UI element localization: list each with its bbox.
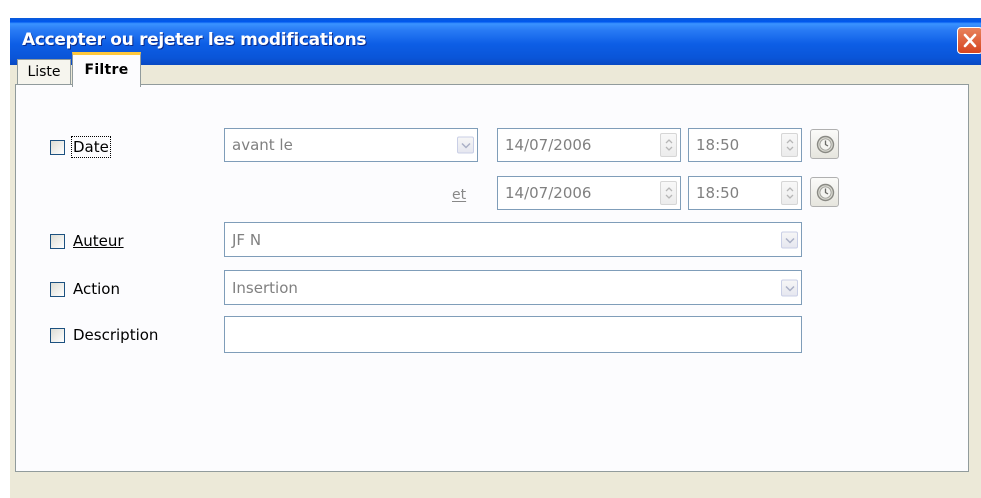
author-dropdown-button[interactable] [781,231,798,248]
title-bar: Accepter ou rejeter les modifications [10,18,981,65]
tab-list[interactable]: Liste [17,59,71,85]
window-title: Accepter ou rejeter les modifications [22,30,367,50]
time-to-spinner[interactable] [781,181,798,205]
chevron-down-icon [461,142,471,149]
date-to-value: 14/07/2006 [505,184,592,202]
action-value: Insertion [232,278,298,297]
action-filter-row: Action [50,280,120,298]
action-select[interactable]: Insertion [224,270,802,305]
clock-icon [816,135,835,154]
description-checkbox[interactable] [50,327,65,343]
action-label: Action [73,280,120,298]
time-to-value: 18:50 [696,184,740,202]
time-to-input[interactable]: 18:50 [688,176,802,210]
action-dropdown-button[interactable] [781,279,798,296]
time-from-spinner[interactable] [781,133,798,157]
date-to-spinner[interactable] [660,181,677,205]
description-input[interactable] [224,316,802,353]
spin-up-down-icon [786,187,794,199]
author-select[interactable]: JF N [224,222,802,257]
and-label: et [452,187,467,203]
date-filter-row: Date [50,136,111,158]
chevron-down-icon [785,285,795,292]
date-checkbox[interactable] [50,139,65,155]
spin-up-down-icon [665,187,673,199]
author-value: JF N [232,230,262,249]
time-from-clock-button[interactable] [810,129,839,159]
date-from-input[interactable]: 14/07/2006 [497,128,681,162]
time-from-value: 18:50 [696,136,740,154]
date-to-input[interactable]: 14/07/2006 [497,176,681,210]
spin-up-down-icon [665,139,673,151]
time-from-input[interactable]: 18:50 [688,128,802,162]
tab-filter-label: Filtre [84,62,129,78]
date-label: Date [71,136,111,158]
date-from-spinner[interactable] [660,133,677,157]
spin-up-down-icon [786,139,794,151]
description-label: Description [73,326,159,344]
tab-filter[interactable]: Filtre [72,52,141,87]
description-filter-row: Description [50,326,158,344]
date-condition-select[interactable]: avant le [224,128,478,162]
close-button[interactable] [957,27,981,54]
chevron-down-icon [785,237,795,244]
author-label: Auteur [73,232,124,250]
date-from-value: 14/07/2006 [505,136,592,154]
tab-list-label: Liste [27,64,61,80]
clock-icon [816,183,835,202]
author-filter-row: Auteur [50,232,124,250]
time-to-clock-button[interactable] [810,177,839,207]
date-condition-value: avant le [232,136,293,154]
close-icon [963,33,977,48]
date-label-text: Date [71,136,111,158]
action-checkbox[interactable] [50,281,65,297]
date-condition-dropdown-button[interactable] [457,136,474,154]
author-checkbox[interactable] [50,233,65,249]
